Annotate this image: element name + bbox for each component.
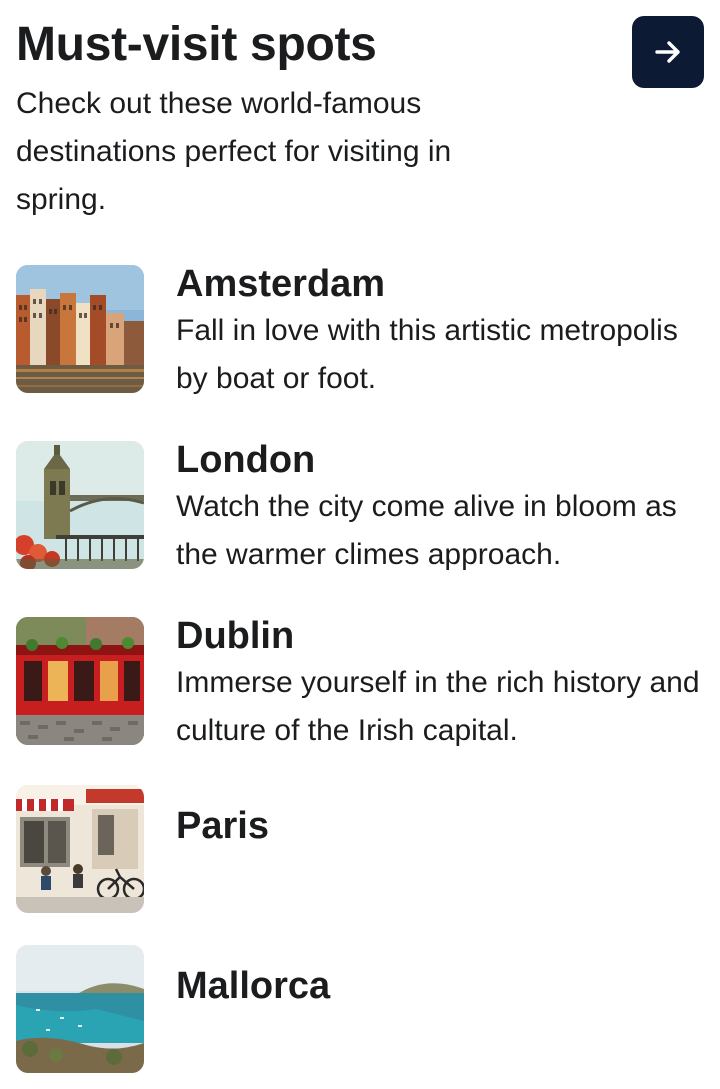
destination-item-dublin[interactable]: Dublin Immerse yourself in the rich hist…: [16, 615, 706, 747]
destination-description: Watch the city come alive in bloom as th…: [176, 490, 677, 571]
destination-item-london[interactable]: London Watch the city come alive in bloo…: [16, 439, 706, 571]
page-subtitle: Check out these world-famous destination…: [16, 87, 452, 216]
dublin-thumbnail: [16, 617, 144, 745]
arrow-right-icon: [653, 37, 683, 67]
destination-name: Paris: [176, 805, 269, 847]
next-button[interactable]: [632, 16, 704, 88]
page-title: Must-visit spots: [16, 18, 377, 71]
destination-item-amsterdam[interactable]: Amsterdam Fall in love with this artisti…: [16, 263, 706, 395]
destination-item-mallorca[interactable]: Mallorca: [16, 945, 706, 1073]
destination-text: Mallorca: [176, 963, 706, 1009]
destination-name: Dublin: [176, 615, 295, 657]
destination-text: Paris: [176, 803, 706, 849]
destination-text: Dublin Immerse yourself in the rich hist…: [176, 613, 706, 755]
destination-name: Mallorca: [176, 965, 331, 1007]
amsterdam-thumbnail: [16, 265, 144, 393]
mallorca-thumbnail: [16, 945, 144, 1073]
destination-item-paris[interactable]: Paris: [16, 785, 706, 913]
header: Must-visit spots Check out these world-f…: [16, 14, 616, 224]
london-thumbnail: [16, 441, 144, 569]
destination-name: Amsterdam: [176, 263, 386, 305]
paris-thumbnail: [16, 785, 144, 913]
destination-text: London Watch the city come alive in bloo…: [176, 437, 706, 579]
destination-text: Amsterdam Fall in love with this artisti…: [176, 261, 706, 403]
destination-name: London: [176, 439, 316, 481]
destination-description: Fall in love with this artistic metropol…: [176, 314, 678, 395]
destination-description: Immerse yourself in the rich history and…: [176, 666, 700, 747]
